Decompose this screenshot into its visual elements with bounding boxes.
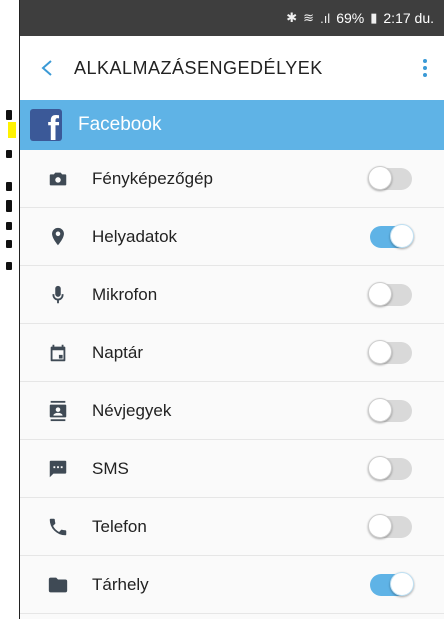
permission-row-sms[interactable]: SMS: [20, 440, 444, 498]
signal-icon: .ıl: [320, 10, 331, 26]
edge-mark: [6, 240, 12, 248]
battery-icon: ▮: [370, 10, 378, 25]
permission-row-camera[interactable]: Fényképezőgép: [20, 150, 444, 208]
battery-percent: 69%: [336, 10, 365, 26]
microphone-icon: [46, 283, 70, 307]
phone-icon: [46, 515, 70, 539]
edge-mark: [6, 150, 12, 158]
contacts-icon: [46, 399, 70, 423]
sms-icon: [46, 457, 70, 481]
permission-toggle[interactable]: [368, 397, 412, 422]
chevron-left-icon: [41, 60, 52, 76]
folder-icon: [46, 573, 70, 597]
left-edge-margin: [0, 0, 20, 619]
permission-label: Tárhely: [92, 574, 149, 594]
facebook-logo: f: [30, 109, 62, 141]
permission-label: Fényképezőgép: [92, 168, 213, 188]
status-bar: ✱ ≋ .ıl 69% ▮ 2:17 du.: [20, 0, 444, 36]
edge-mark: [6, 262, 12, 270]
permission-label: Helyadatok: [92, 226, 178, 246]
permission-toggle[interactable]: [370, 571, 414, 596]
camera-icon: [46, 167, 70, 191]
app-header: f Facebook: [20, 100, 444, 150]
permission-list: Fényképezőgép Helyadatok Mikrofon Naptár: [20, 150, 444, 614]
back-button[interactable]: [20, 36, 74, 100]
more-vert-icon: [423, 59, 427, 77]
bluetooth-icon: ✱: [286, 10, 298, 25]
permission-row-storage[interactable]: Tárhely: [20, 556, 444, 614]
permission-label: Névjegyek: [92, 400, 172, 420]
phone-screen: ✱ ≋ .ıl 69% ▮ 2:17 du. ALKALMAZÁSENGEDÉL…: [20, 0, 444, 619]
clock: 2:17 du.: [383, 10, 434, 26]
permission-label: Naptár: [92, 342, 144, 362]
permission-label: Telefon: [92, 516, 147, 536]
calendar-icon: [46, 341, 70, 365]
edge-mark: [6, 200, 12, 212]
page-title: ALKALMAZÁSENGEDÉLYEK: [74, 57, 323, 78]
permission-toggle[interactable]: [370, 223, 414, 248]
location-icon: [46, 225, 70, 249]
permission-toggle[interactable]: [368, 281, 412, 306]
edge-mark: [6, 222, 12, 230]
highlight-mark: [8, 122, 16, 138]
permission-row-location[interactable]: Helyadatok: [20, 208, 444, 266]
app-name: Facebook: [78, 114, 162, 135]
permission-row-microphone[interactable]: Mikrofon: [20, 266, 444, 324]
permission-row-calendar[interactable]: Naptár: [20, 324, 444, 382]
permission-row-phone[interactable]: Telefon: [20, 498, 444, 556]
permission-toggle[interactable]: [368, 513, 412, 538]
edge-mark: [6, 182, 12, 191]
wifi-icon: ≋: [303, 10, 315, 25]
permission-label: Mikrofon: [92, 284, 158, 304]
permission-toggle[interactable]: [368, 455, 412, 480]
permission-toggle[interactable]: [368, 339, 412, 364]
permission-toggle[interactable]: [368, 165, 412, 190]
permission-row-contacts[interactable]: Névjegyek: [20, 382, 444, 440]
toolbar: ALKALMAZÁSENGEDÉLYEK: [20, 36, 444, 100]
permission-label: SMS: [92, 458, 129, 478]
more-options-button[interactable]: [406, 36, 444, 100]
edge-mark: [6, 110, 12, 120]
